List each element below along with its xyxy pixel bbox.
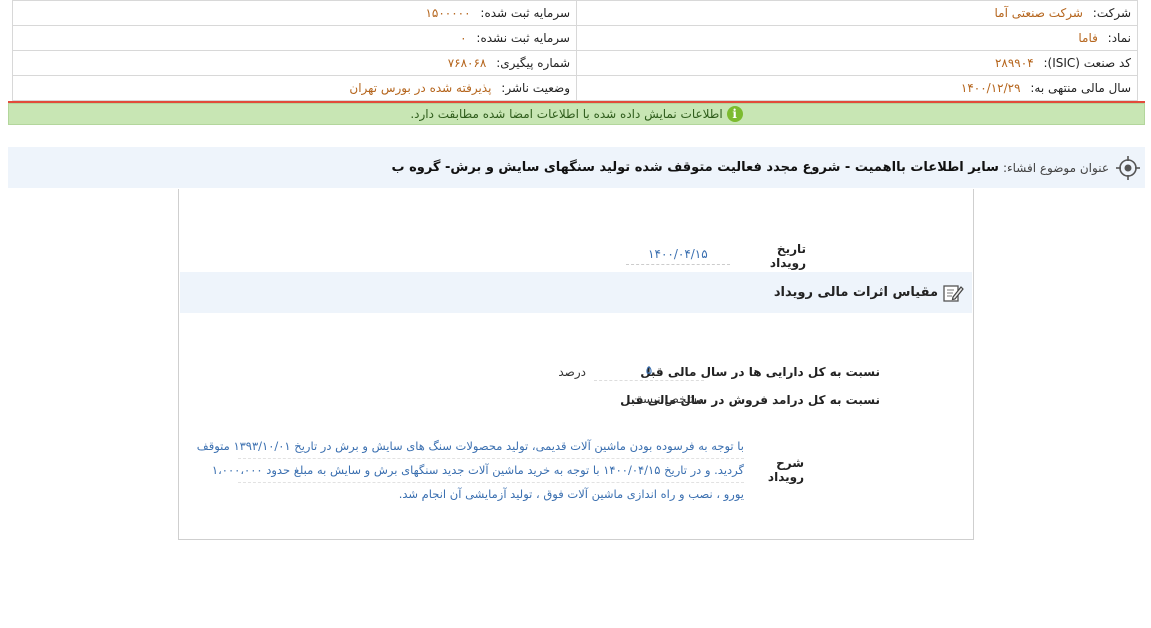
description-line: یورو ، نصب و راه اندازی ماشین آلات فوق ،… — [398, 487, 744, 501]
fiscal-year-label: سال مالی منتهی به: — [1030, 81, 1131, 95]
unregistered-capital-label: سرمایه ثبت نشده: — [476, 31, 570, 45]
asset-ratio-value: ۵ — [594, 363, 704, 381]
publisher-status-value: پذیرفته شده در بورس تهران — [349, 81, 492, 95]
info-row: شرکت: شرکت صنعتی آما سرمایه ثبت شده: ۱۵۰… — [12, 0, 1138, 26]
target-icon — [1116, 155, 1140, 180]
info-icon: i — [726, 106, 743, 122]
revenue-ratio-row: نسبت به کل درامد فروش در سال مالی قبل مش… — [540, 389, 880, 411]
tracking-label: شماره پیگیری: — [496, 56, 570, 70]
isic-cell: کد صنعت (ISIC): ۲۸۹۹۰۴ — [576, 50, 1138, 76]
registered-capital-label: سرمایه ثبت شده: — [480, 6, 570, 20]
asset-ratio-label: نسبت به کل دارایی ها در سال مالی قبل — [640, 365, 880, 379]
edit-icon — [943, 284, 964, 302]
isic-label: کد صنعت (ISIC): — [1043, 56, 1131, 70]
company-info-table: شرکت: شرکت صنعتی آما سرمایه ثبت شده: ۱۵۰… — [12, 0, 1138, 101]
registered-capital-cell: سرمایه ثبت شده: ۱۵۰۰۰۰۰ — [12, 0, 577, 26]
symbol-value: فاما — [1078, 31, 1098, 45]
publisher-status-label: وضعیت ناشر: — [501, 81, 570, 95]
event-date-label: تاریخ رویداد — [769, 242, 806, 270]
financial-impact-title: مقیاس اثرات مالی رویداد — [773, 285, 938, 300]
company-cell: شرکت: شرکت صنعتی آما — [576, 0, 1138, 26]
publisher-status-cell: وضعیت ناشر: پذیرفته شده در بورس تهران — [12, 75, 577, 101]
tracking-value: ۷۶۸۰۶۸ — [447, 56, 487, 70]
description-label: شرح رویداد — [767, 456, 804, 484]
registered-capital-value: ۱۵۰۰۰۰۰ — [425, 6, 471, 20]
subject-title: سایر اطلاعات بااهمیت - شروع مجدد فعالیت … — [391, 160, 999, 175]
asset-ratio-row: نسبت به کل دارایی ها در سال مالی قبل ۵ د… — [540, 361, 880, 383]
event-date-value: ۱۴۰۰/۰۴/۱۵ — [626, 247, 730, 265]
description-text: با توجه به فرسوده بودن ماشین آلات قدیمی،… — [197, 434, 744, 506]
unregistered-capital-value: ۰ — [460, 31, 467, 45]
symbol-cell: نماد: فاما — [576, 25, 1138, 51]
revenue-ratio-label: نسبت به کل درامد فروش در سال مالی قبل — [620, 393, 880, 407]
isic-value: ۲۸۹۹۰۴ — [994, 56, 1034, 70]
fiscal-year-value: ۱۴۰۰/۱۲/۲۹ — [960, 81, 1021, 95]
notice-text: اطلاعات نمایش داده شده با اطلاعات امضا ش… — [410, 107, 723, 121]
financial-impact-header: مقیاس اثرات مالی رویداد — [180, 272, 972, 313]
verification-notice: i اطلاعات نمایش داده شده با اطلاعات امضا… — [8, 103, 1145, 125]
event-date-row: تاریخ رویداد ۱۴۰۰/۰۴/۱۵ — [626, 242, 806, 270]
asset-ratio-unit: درصد — [558, 365, 586, 379]
description-line: با توجه به فرسوده بودن ماشین آلات قدیمی،… — [197, 435, 744, 459]
subject-label: عنوان موضوع افشاء: — [1002, 160, 1109, 175]
revenue-ratio-value: مشخص نیست — [631, 391, 704, 406]
unregistered-capital-cell: سرمایه ثبت نشده: ۰ — [12, 25, 577, 51]
tracking-cell: شماره پیگیری: ۷۶۸۰۶۸ — [12, 50, 577, 76]
company-label: شرکت: — [1092, 6, 1131, 20]
fiscal-year-cell: سال مالی منتهی به: ۱۴۰۰/۱۲/۲۹ — [576, 75, 1138, 101]
info-row: سال مالی منتهی به: ۱۴۰۰/۱۲/۲۹ وضعیت ناشر… — [12, 75, 1138, 101]
subject-bar: عنوان موضوع افشاء: سایر اطلاعات بااهمیت … — [8, 147, 1145, 188]
info-row: کد صنعت (ISIC): ۲۸۹۹۰۴ شماره پیگیری: ۷۶۸… — [12, 50, 1138, 76]
company-value: شرکت صنعتی آما — [994, 6, 1083, 20]
description-line: گردید. و در تاریخ ۱۴۰۰/۰۴/۱۵ با توجه به … — [212, 459, 744, 483]
symbol-label: نماد: — [1107, 31, 1131, 45]
info-row: نماد: فاما سرمایه ثبت نشده: ۰ — [12, 25, 1138, 51]
